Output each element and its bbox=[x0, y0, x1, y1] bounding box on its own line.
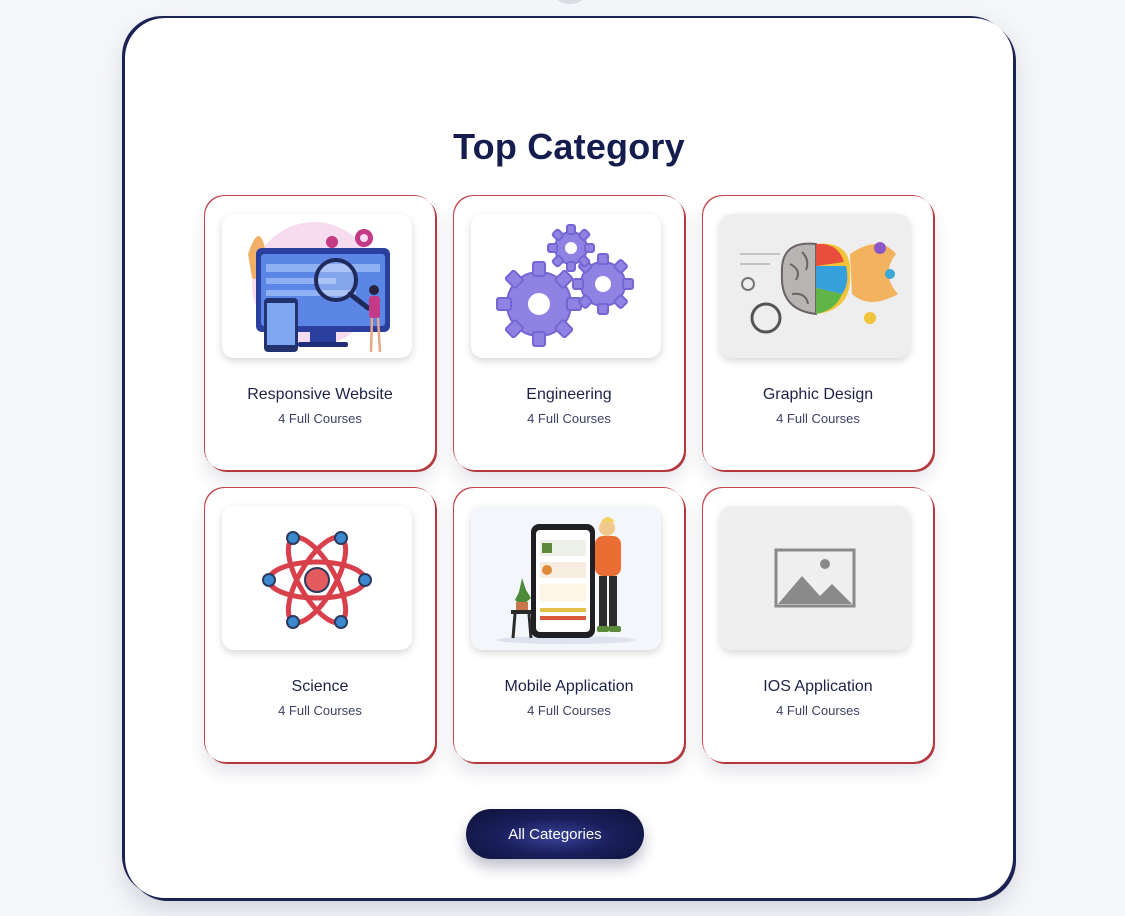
gears-icon bbox=[471, 214, 661, 358]
category-course-count: 4 Full Courses bbox=[278, 411, 362, 426]
section-title: Top Category bbox=[453, 126, 685, 168]
category-card-science[interactable]: Science 4 Full Courses bbox=[205, 488, 435, 762]
category-title: Graphic Design bbox=[762, 386, 874, 403]
category-course-count: 4 Full Courses bbox=[527, 703, 611, 718]
category-course-count: 4 Full Courses bbox=[278, 703, 362, 718]
category-course-count: 4 Full Courses bbox=[527, 411, 611, 426]
all-categories-button[interactable]: All Categories bbox=[466, 809, 644, 859]
category-title: Mobile Application bbox=[504, 678, 634, 695]
category-card-responsive-website[interactable]: Responsive Website 4 Full Courses bbox=[205, 196, 435, 470]
atom-icon bbox=[222, 506, 412, 650]
category-course-count: 4 Full Courses bbox=[776, 411, 860, 426]
brain-art-illustration bbox=[720, 214, 910, 358]
image-placeholder-icon bbox=[720, 506, 910, 650]
top-decoration bbox=[556, 0, 584, 4]
mobile-app-illustration bbox=[471, 506, 661, 650]
category-card-engineering[interactable]: Engineering 4 Full Courses bbox=[454, 196, 684, 470]
category-title: Responsive Website bbox=[247, 386, 393, 403]
category-card-ios-application[interactable]: IOS Application 4 Full Courses bbox=[703, 488, 933, 762]
category-card-mobile-application[interactable]: Mobile Application 4 Full Courses bbox=[454, 488, 684, 762]
responsive-website-illustration bbox=[222, 214, 412, 358]
category-course-count: 4 Full Courses bbox=[776, 703, 860, 718]
category-card-graphic-design[interactable]: Graphic Design 4 Full Courses bbox=[703, 196, 933, 470]
category-title: Science bbox=[291, 678, 349, 695]
top-category-section: Top Category Responsive Website 4 Full C… bbox=[125, 18, 1013, 898]
category-title: IOS Application bbox=[763, 678, 873, 695]
category-title: Engineering bbox=[526, 386, 612, 403]
